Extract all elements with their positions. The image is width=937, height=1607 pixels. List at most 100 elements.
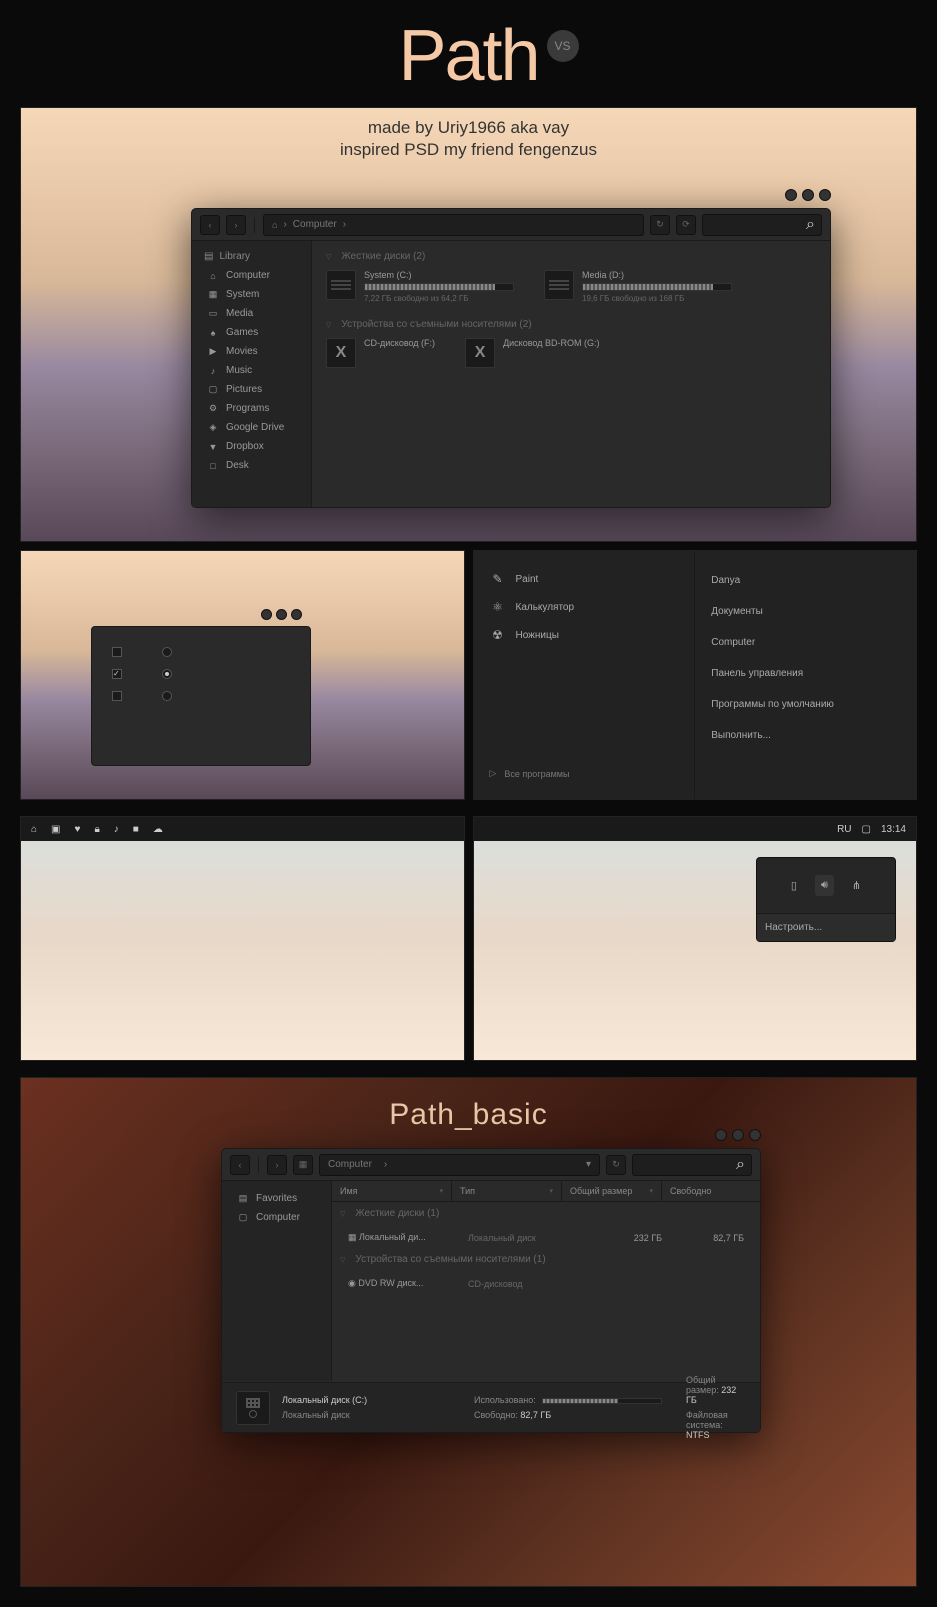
drive-icon	[544, 270, 574, 300]
credits: made by Uriy1966 aka vay inspired PSD my…	[21, 118, 916, 160]
sidebar-item[interactable]: ▤Favorites	[222, 1189, 331, 1208]
col-free[interactable]: Свободно	[662, 1181, 760, 1201]
item-icon: ▶	[208, 346, 218, 357]
breadcrumb[interactable]: Computer› ▾	[319, 1154, 600, 1176]
item-icon: ▢	[238, 1212, 248, 1223]
radio-checked[interactable]	[162, 669, 172, 679]
minimize-button[interactable]	[261, 609, 272, 620]
removable-name: CD-дисковод (F:)	[364, 338, 435, 348]
search-input[interactable]: ⌕	[632, 1154, 752, 1176]
cloud-icon[interactable]: ☁	[153, 824, 163, 835]
sidebar-item[interactable]: ♪Music	[192, 361, 311, 380]
removable-name: Дисковод BD-ROM (G:)	[503, 338, 599, 348]
col-name[interactable]: Имя▾	[332, 1181, 452, 1201]
category-harddisks[interactable]: ▽Жесткие диски (2)	[326, 251, 816, 262]
forward-button[interactable]: ›	[226, 215, 246, 235]
sidebar-item[interactable]: ◈ Google Drive	[192, 418, 311, 437]
item-label: Games	[226, 327, 258, 338]
panel-startmenu: ✎Paint⚛Калькулятор☢Ножницы ▷Все программ…	[473, 550, 918, 800]
category-harddisks[interactable]: ▽Жесткие диски (1)	[340, 1208, 752, 1219]
checkbox-checked[interactable]	[112, 669, 122, 679]
start-app[interactable]: ☢Ножницы	[484, 621, 685, 649]
start-link[interactable]: Computer	[705, 627, 906, 658]
checkbox-unchecked[interactable]	[112, 691, 122, 701]
view-button[interactable]: ▦	[293, 1155, 313, 1175]
col-type[interactable]: Тип▾	[452, 1181, 562, 1201]
sidebar-item[interactable]: ♠Games	[192, 323, 311, 342]
heart-icon[interactable]: ♥	[75, 824, 81, 835]
table-row[interactable]: ◉ DVD RW диск...CD-дисковод	[340, 1273, 752, 1294]
maximize-button[interactable]	[732, 1129, 744, 1141]
usb-icon[interactable]: ⋔	[852, 879, 861, 892]
start-app[interactable]: ✎Paint	[484, 565, 685, 593]
sidebar-item[interactable]: ▢Computer	[222, 1208, 331, 1227]
sidebar-item[interactable]: ⌂Computer	[192, 266, 311, 285]
sidebar-item[interactable]: ▭Media	[192, 304, 311, 323]
item-label: Google Drive	[226, 422, 284, 433]
close-button[interactable]	[291, 609, 302, 620]
app-icon: ⚛	[490, 600, 506, 614]
removable-item[interactable]: XДисковод BD-ROM (G:)	[465, 338, 599, 368]
tray-clock[interactable]: 13:14	[881, 824, 906, 835]
page-title: PathVS	[20, 15, 917, 97]
start-link[interactable]: Документы	[705, 596, 906, 627]
lock-icon[interactable]: 🔒︎	[94, 824, 99, 835]
close-button[interactable]	[819, 189, 831, 201]
window-controls	[785, 189, 831, 201]
maximize-button[interactable]	[276, 609, 287, 620]
item-label: Movies	[226, 346, 258, 357]
maximize-button[interactable]	[802, 189, 814, 201]
video-icon[interactable]: ■	[133, 824, 139, 835]
start-link[interactable]: Danya	[705, 565, 906, 596]
sidebar-item[interactable]: ▢Pictures	[192, 380, 311, 399]
volume-icon[interactable]: 🔊︎	[815, 875, 834, 896]
drive-free: 7,22 ГБ свободно из 64,2 ГБ	[364, 294, 514, 303]
refresh-button[interactable]: ↻	[606, 1155, 626, 1175]
refresh-button[interactable]: ↻	[650, 215, 670, 235]
start-link[interactable]: Выполнить...	[705, 720, 906, 751]
tray-indicator-icon[interactable]: ▢	[862, 824, 871, 835]
drive-usage-bar	[582, 283, 732, 291]
app-icon: ☢	[490, 628, 506, 642]
table-row[interactable]: ▦ Локальный ди...Локальный диск232 ГБ82,…	[340, 1227, 752, 1248]
tray-configure-link[interactable]: Настроить...	[757, 913, 895, 941]
category-removable[interactable]: ▽Устройства со съемными носителями (1)	[340, 1254, 752, 1265]
forward-button[interactable]: ›	[267, 1155, 287, 1175]
radio-unchecked[interactable]	[162, 647, 172, 657]
back-button[interactable]: ‹	[230, 1155, 250, 1175]
back-button[interactable]: ‹	[200, 215, 220, 235]
col-total[interactable]: Общий размер▾	[562, 1181, 662, 1201]
item-icon: ⚙	[208, 403, 218, 414]
radio-unchecked[interactable]	[162, 691, 172, 701]
search-input[interactable]: ⌕	[702, 214, 822, 236]
sidebar-item[interactable]: ▦System	[192, 285, 311, 304]
main-content: ▽Жесткие диски (2) System (C:)7,22 ГБ св…	[312, 241, 830, 507]
category-removable[interactable]: ▽Устройства со съемными носителями (2)	[326, 319, 816, 330]
start-app[interactable]: ⚛Калькулятор	[484, 593, 685, 621]
sidebar-header[interactable]: ▤Library	[192, 247, 311, 266]
removable-item[interactable]: XCD-дисковод (F:)	[326, 338, 435, 368]
music-icon[interactable]: ♪	[114, 824, 119, 835]
refresh-alt-button[interactable]: ⟳	[676, 215, 696, 235]
sidebar-item[interactable]: ▶ Movies	[192, 342, 311, 361]
battery-icon[interactable]: ▯	[791, 879, 797, 892]
start-link[interactable]: Программы по умолчанию	[705, 689, 906, 720]
home-icon[interactable]: ⌂	[31, 824, 37, 835]
breadcrumb[interactable]: ⌂ › Computer ›	[263, 214, 644, 236]
close-button[interactable]	[749, 1129, 761, 1141]
start-link[interactable]: Панель управления	[705, 658, 906, 689]
app-icon: ✎	[490, 572, 506, 586]
checkbox-unchecked[interactable]	[112, 647, 122, 657]
sidebar-item[interactable]: □Desk	[192, 456, 311, 475]
drive-item[interactable]: System (C:)7,22 ГБ свободно из 64,2 ГБ	[326, 270, 514, 303]
tray-lang[interactable]: RU	[837, 824, 851, 835]
item-icon: ◈	[208, 422, 218, 433]
folder-icon[interactable]: ▣	[51, 824, 60, 835]
sidebar-item[interactable]: ▼Dropbox	[192, 437, 311, 456]
minimize-button[interactable]	[785, 189, 797, 201]
sidebar-item[interactable]: ⚙Programs	[192, 399, 311, 418]
drive-item[interactable]: Media (D:)19,6 ГБ свободно из 168 ГБ	[544, 270, 732, 303]
item-label: Computer	[226, 270, 270, 281]
all-programs-link[interactable]: ▷Все программы	[484, 762, 685, 785]
minimize-button[interactable]	[715, 1129, 727, 1141]
